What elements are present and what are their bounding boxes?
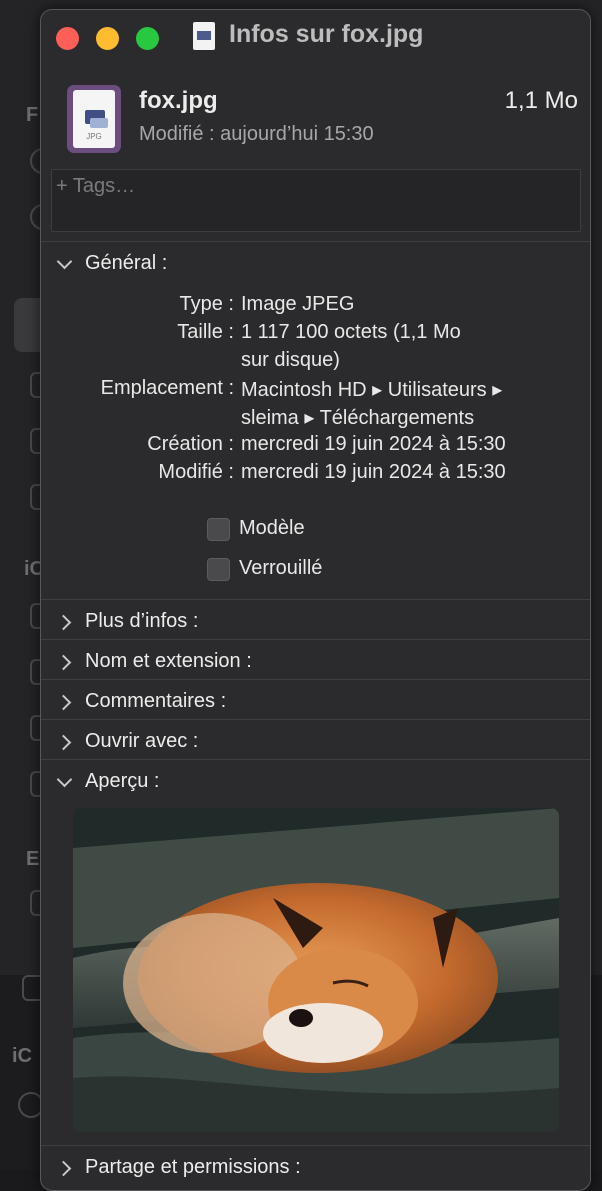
chevron-down-icon: [56, 771, 73, 788]
window-title: Infos sur fox.jpg: [229, 20, 424, 48]
chevron-right-icon: [55, 694, 72, 711]
tags-placeholder: + Tags…: [56, 175, 136, 197]
size-value-line2: sur disque): [241, 349, 340, 371]
file-type-label: JPG: [86, 132, 102, 141]
divider: [41, 241, 590, 242]
modified-value: mercredi 19 juin 2024 à 15:30: [241, 461, 506, 483]
location-value: Macintosh HD ▸ Utilisateurs ▸: [241, 379, 503, 401]
close-button[interactable]: [56, 27, 79, 50]
section-open-with-label: Ouvrir avec :: [85, 730, 199, 752]
jpg-file-icon: JPG: [67, 85, 121, 153]
tags-field[interactable]: + Tags…: [51, 169, 581, 232]
section-preview-header[interactable]: Aperçu :: [41, 766, 590, 804]
image-preview: [73, 808, 559, 1132]
divider: [41, 639, 590, 640]
modified-key: Modifié :: [158, 461, 234, 483]
divider: [41, 719, 590, 720]
created-key: Création :: [147, 433, 234, 455]
modified-summary: Modifié : aujourd’hui 15:30: [139, 123, 374, 146]
section-more-info-label: Plus d’infos :: [85, 610, 199, 632]
section-comments-label: Commentaires :: [85, 690, 227, 712]
minimize-button[interactable]: [96, 27, 119, 50]
info-panel: Infos sur fox.jpg JPG fox.jpg 1,1 Mo Mod…: [40, 9, 591, 1191]
size-value: 1 117 100 octets (1,1 Mo: [241, 321, 461, 343]
type-key: Type :: [179, 293, 234, 315]
chevron-right-icon: [55, 654, 72, 671]
maximize-button[interactable]: [136, 27, 159, 50]
file-size: 1,1 Mo: [504, 87, 578, 114]
chevron-down-icon: [56, 253, 73, 270]
title-bar[interactable]: Infos sur fox.jpg: [41, 10, 590, 62]
locked-checkbox-label: Verrouillé: [239, 557, 323, 579]
divider: [41, 599, 590, 600]
divider: [41, 679, 590, 680]
location-value-line2: sleima ▸ Téléchargements: [241, 407, 475, 429]
chevron-right-icon: [55, 1160, 72, 1177]
section-preview-label: Aperçu :: [85, 770, 160, 792]
type-value: Image JPEG: [241, 293, 355, 315]
sidebar-section-letter: E: [26, 848, 40, 870]
chevron-right-icon: [55, 614, 72, 631]
fox-photo: [73, 808, 559, 1132]
file-name: fox.jpg: [139, 87, 218, 114]
template-checkbox[interactable]: [207, 518, 230, 541]
section-general-header[interactable]: Général :: [41, 248, 590, 286]
section-general-label: Général :: [85, 252, 168, 274]
size-key: Taille :: [177, 321, 234, 343]
document-icon: [193, 22, 215, 50]
sidebar-section-letter: F: [26, 104, 39, 126]
section-sharing-header[interactable]: Partage et permissions :: [41, 1152, 590, 1190]
section-sharing-label: Partage et permissions :: [85, 1156, 301, 1178]
created-value: mercredi 19 juin 2024 à 15:30: [241, 433, 506, 455]
divider: [41, 1145, 590, 1146]
chevron-right-icon: [55, 734, 72, 751]
locked-checkbox[interactable]: [207, 558, 230, 581]
location-key: Emplacement :: [100, 377, 234, 399]
modified-label: Modifié :: [139, 123, 215, 145]
modified-value: aujourd’hui 15:30: [220, 123, 374, 145]
section-name-extension-label: Nom et extension :: [85, 650, 252, 672]
template-checkbox-label: Modèle: [239, 517, 305, 539]
sidebar-section-letter: iC: [12, 1045, 32, 1067]
divider: [41, 759, 590, 760]
